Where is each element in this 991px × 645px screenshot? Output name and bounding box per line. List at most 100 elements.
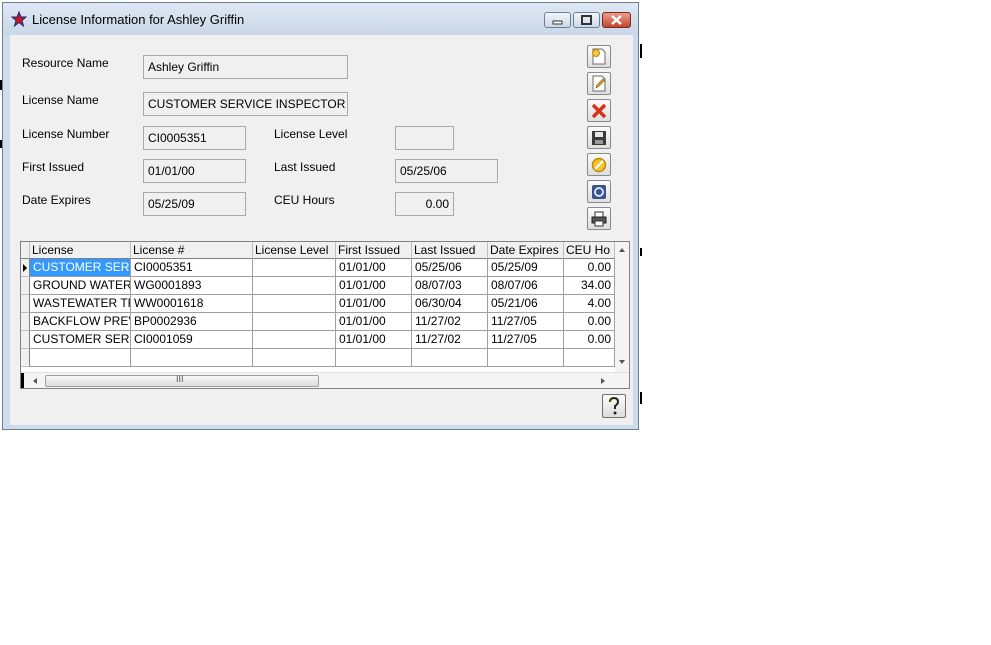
- grid-cell-license-number[interactable]: [131, 349, 253, 367]
- column-header-license[interactable]: License: [30, 242, 131, 259]
- ceu-hours-field[interactable]: 0.00: [395, 192, 454, 216]
- minimize-icon: [552, 20, 563, 25]
- grid-cell-license-level[interactable]: [253, 313, 336, 331]
- scroll-grip: III: [176, 374, 184, 384]
- maximize-button[interactable]: [573, 12, 600, 28]
- grid-cell-license-number[interactable]: CI0001059: [131, 331, 253, 349]
- grid-cell-date-expires[interactable]: 11/27/05: [488, 331, 564, 349]
- grid-cell-ceu-hours[interactable]: 4.00: [564, 295, 615, 313]
- resource-name-field[interactable]: Ashley Griffin: [143, 55, 348, 79]
- grid-cell-first-issued[interactable]: [336, 349, 412, 367]
- grid-cell-last-issued[interactable]: [412, 349, 488, 367]
- column-header-license-level[interactable]: License Level: [253, 242, 336, 259]
- column-header-last-issued[interactable]: Last Issued: [412, 242, 488, 259]
- resource-name-label: Resource Name: [22, 56, 109, 70]
- first-issued-label: First Issued: [22, 160, 85, 174]
- grid-cell-last-issued[interactable]: 06/30/04: [412, 295, 488, 313]
- grid-cell-ceu-hours[interactable]: 0.00: [564, 331, 615, 349]
- row-indicator[interactable]: [21, 295, 30, 313]
- grid-cell-license-level[interactable]: [253, 295, 336, 313]
- grid-cell-license[interactable]: BACKFLOW PREV: [30, 313, 131, 331]
- grid-cell-last-issued[interactable]: 08/07/03: [412, 277, 488, 295]
- grid-cell-date-expires[interactable]: 05/21/06: [488, 295, 564, 313]
- first-issued-field[interactable]: 01/01/00: [143, 159, 246, 183]
- close-button[interactable]: [602, 12, 631, 28]
- grid-cell-ceu-hours[interactable]: [564, 349, 615, 367]
- scroll-up-icon: [619, 248, 625, 252]
- delete-record-icon: [591, 103, 607, 119]
- license-information-window: License Information for Ashley Griffin R…: [2, 2, 639, 430]
- grid-cell-date-expires[interactable]: 05/25/09: [488, 259, 564, 277]
- background-mark: [640, 248, 642, 256]
- delete-record-button[interactable]: [587, 99, 611, 122]
- minimize-button[interactable]: [544, 12, 571, 28]
- vertical-scrollbar[interactable]: [615, 242, 629, 372]
- grid-cell-license-number[interactable]: WW0001618: [131, 295, 253, 313]
- license-grid: License License # License Level First Is…: [20, 241, 630, 389]
- edit-record-icon: [592, 75, 606, 92]
- grid-cell-license[interactable]: CUSTOMER SER: [30, 259, 131, 277]
- star-app-icon: [11, 11, 27, 27]
- last-issued-label: Last Issued: [274, 160, 336, 174]
- grid-cell-license[interactable]: WASTEWATER TF: [30, 295, 131, 313]
- grid-cell-first-issued[interactable]: 01/01/00: [336, 295, 412, 313]
- grid-cell-date-expires[interactable]: 08/07/06: [488, 277, 564, 295]
- grid-cell-license[interactable]: CUSTOMER SER: [30, 331, 131, 349]
- new-record-icon: [592, 48, 606, 65]
- horizontal-scroll-thumb[interactable]: III: [45, 374, 319, 387]
- grid-cell-license-level[interactable]: [253, 349, 336, 367]
- license-name-field[interactable]: CUSTOMER SERVICE INSPECTOR: [143, 92, 348, 116]
- license-number-field[interactable]: CI0005351: [143, 126, 246, 150]
- grid-cell-first-issued[interactable]: 01/01/00: [336, 259, 412, 277]
- column-header-license-number[interactable]: License #: [131, 242, 253, 259]
- help-button[interactable]: [602, 394, 626, 418]
- license-level-field[interactable]: [395, 126, 454, 150]
- row-indicator[interactable]: [21, 277, 30, 295]
- grid-cell-ceu-hours[interactable]: 34.00: [564, 277, 615, 295]
- grid-cell-ceu-hours[interactable]: 0.00: [564, 313, 615, 331]
- grid-cell-last-issued[interactable]: 05/25/06: [412, 259, 488, 277]
- grid-cell-license-number[interactable]: WG0001893: [131, 277, 253, 295]
- grid-cell-last-issued[interactable]: 11/27/02: [412, 313, 488, 331]
- grid-cell-license-number[interactable]: BP0002936: [131, 313, 253, 331]
- horizontal-scrollbar[interactable]: III: [21, 372, 629, 388]
- save-record-button[interactable]: [587, 126, 611, 149]
- row-indicator[interactable]: [21, 331, 30, 349]
- grid-cell-date-expires[interactable]: 11/27/05: [488, 313, 564, 331]
- background-mark: [640, 392, 642, 404]
- column-header-first-issued[interactable]: First Issued: [336, 242, 412, 259]
- date-expires-field[interactable]: 05/25/09: [143, 192, 246, 216]
- edit-record-button[interactable]: [587, 72, 611, 95]
- new-record-button[interactable]: [587, 45, 611, 68]
- last-issued-field[interactable]: 05/25/06: [395, 159, 498, 183]
- column-header-ceu-hours[interactable]: CEU Ho: [564, 242, 615, 259]
- print-button[interactable]: [587, 207, 611, 230]
- grid-cell-license-level[interactable]: [253, 331, 336, 349]
- column-header-date-expires[interactable]: Date Expires: [488, 242, 564, 259]
- refresh-button[interactable]: [587, 180, 611, 203]
- license-number-label: License Number: [22, 127, 110, 141]
- grid-cell-license-number[interactable]: CI0005351: [131, 259, 253, 277]
- background-mark: [640, 44, 642, 58]
- grid-cell-license-level[interactable]: [253, 277, 336, 295]
- grid-cell-license[interactable]: [30, 349, 131, 367]
- current-row-arrow-icon: [23, 264, 27, 272]
- scroll-left-icon: [33, 378, 37, 384]
- row-indicator[interactable]: [21, 349, 30, 367]
- grid-cell-ceu-hours[interactable]: 0.00: [564, 259, 615, 277]
- ceu-hours-label: CEU Hours: [274, 193, 335, 207]
- grid-cell-license[interactable]: GROUND WATER: [30, 277, 131, 295]
- save-record-icon: [592, 131, 606, 145]
- maximize-icon: [581, 15, 592, 25]
- cancel-button[interactable]: [587, 153, 611, 176]
- grid-cell-first-issued[interactable]: 01/01/00: [336, 331, 412, 349]
- grid-corner: [21, 242, 30, 259]
- grid-cell-last-issued[interactable]: 11/27/02: [412, 331, 488, 349]
- row-indicator[interactable]: [21, 259, 30, 277]
- grid-cell-license-level[interactable]: [253, 259, 336, 277]
- grid-cell-first-issued[interactable]: 01/01/00: [336, 313, 412, 331]
- grid-cell-first-issued[interactable]: 01/01/00: [336, 277, 412, 295]
- title-bar[interactable]: License Information for Ashley Griffin: [3, 3, 638, 35]
- row-indicator[interactable]: [21, 313, 30, 331]
- grid-cell-date-expires[interactable]: [488, 349, 564, 367]
